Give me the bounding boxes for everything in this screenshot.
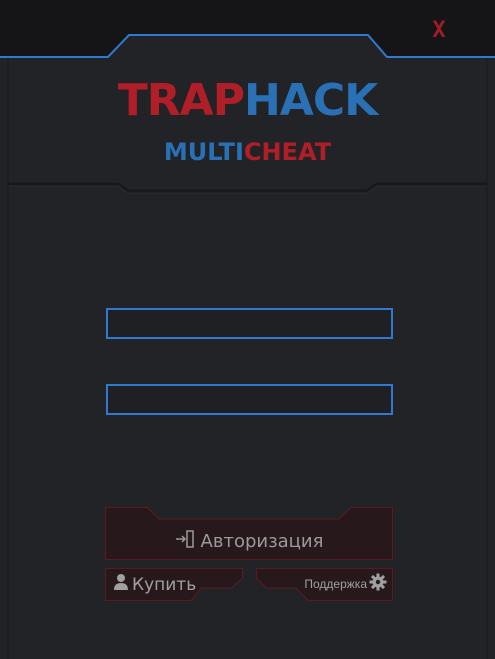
password-input[interactable] <box>106 384 393 415</box>
logo-subtitle-red: CHEAT <box>243 138 332 166</box>
logo-title: TRAPHACK <box>0 76 495 126</box>
auth-button-label: Авторизация <box>200 531 324 552</box>
logo-subtitle-blue: MULTI <box>163 138 244 166</box>
logo-title-blue: HACK <box>243 75 378 126</box>
logo-title-red: TRAP <box>117 75 245 126</box>
buy-button-label: Купить <box>132 574 197 595</box>
login-icon <box>175 529 195 554</box>
gear-icon <box>369 573 387 594</box>
auth-button[interactable]: Авторизация <box>105 507 393 560</box>
app-window: X TRAPHACK MULTICHEAT Авторизация Купить… <box>0 0 495 659</box>
logo-subtitle: MULTICHEAT <box>0 138 495 166</box>
buy-button[interactable]: Купить <box>105 568 243 601</box>
support-button[interactable]: Поддержка <box>256 568 393 601</box>
logo: TRAPHACK MULTICHEAT <box>0 76 495 167</box>
support-button-label: Поддержка <box>304 576 367 591</box>
close-icon: X <box>432 18 446 43</box>
user-icon <box>113 573 129 596</box>
login-input[interactable] <box>106 308 393 339</box>
buy-button-content: Купить <box>105 568 243 601</box>
support-button-content: Поддержка <box>256 568 393 601</box>
auth-button-content: Авторизация <box>105 507 393 560</box>
close-button[interactable]: X <box>428 18 450 44</box>
